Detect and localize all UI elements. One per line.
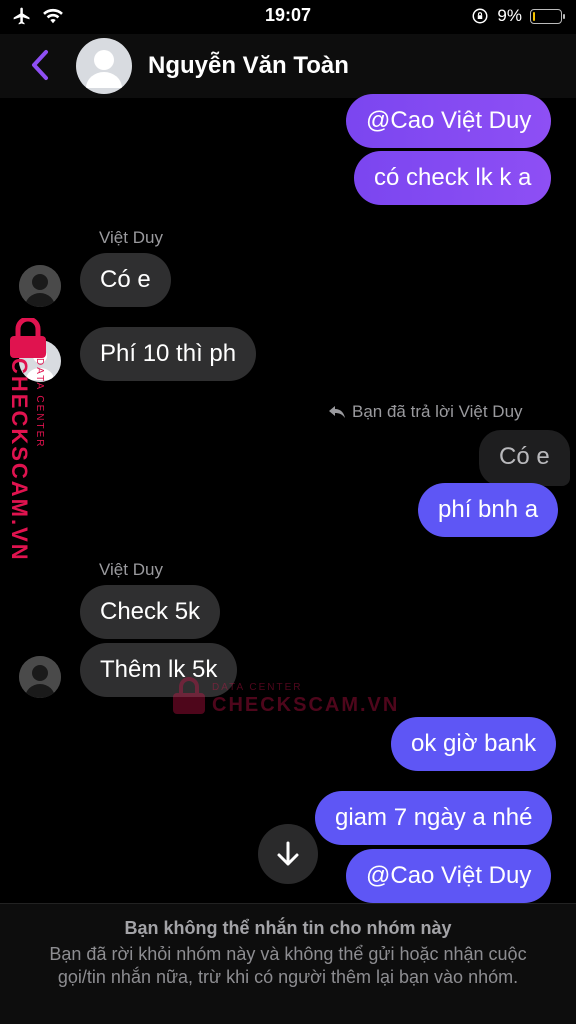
watermark-text: CHECKSCAM.VN: [7, 358, 32, 562]
message-outgoing[interactable]: @Cao Việt Duy: [346, 849, 552, 903]
person-photo-icon: [19, 265, 61, 307]
arrow-down-icon: [277, 841, 299, 866]
group-left-notice: Bạn không thể nhắn tin cho nhóm này Bạn …: [0, 903, 576, 1024]
watermark-subtext: DATA CENTER: [34, 358, 45, 449]
person-photo-icon: [19, 656, 61, 698]
watermark-vertical: CHECKSCAM.VN DATA CENTER: [4, 318, 54, 562]
notice-description: Bạn đã rời khỏi nhóm này và không thể gử…: [49, 944, 527, 987]
message-outgoing[interactable]: có check lk k a: [354, 151, 552, 205]
scroll-to-bottom-button[interactable]: [258, 824, 318, 884]
message-outgoing[interactable]: giam 7 ngày a nhé: [315, 791, 553, 845]
contact-avatar[interactable]: [76, 38, 132, 94]
status-right: 9%: [471, 6, 565, 26]
message-incoming[interactable]: Phí 10 thì ph: [80, 327, 257, 381]
sender-avatar[interactable]: [19, 656, 61, 698]
sender-name: Việt Duy: [99, 228, 163, 247]
sender-name: Việt Duy: [99, 560, 163, 579]
notice-title: Bạn không thể nhắn tin cho nhóm này: [124, 918, 452, 938]
reply-icon: [329, 406, 345, 418]
status-bar: 19:07 9%: [0, 0, 576, 34]
reply-note-text: Bạn đã trả lời Việt Duy: [352, 402, 523, 421]
message-outgoing[interactable]: phí bnh a: [418, 483, 559, 537]
message-outgoing[interactable]: ok giờ bank: [391, 717, 557, 771]
lock-logo-icon: [173, 677, 205, 714]
battery-icon: [530, 8, 565, 24]
default-user-icon: [86, 50, 122, 88]
back-button[interactable]: [26, 48, 56, 82]
rotation-lock-icon: [472, 8, 488, 24]
sender-avatar[interactable]: [19, 265, 61, 307]
message-incoming[interactable]: Check 5k: [80, 585, 221, 639]
message-outgoing[interactable]: @Cao Việt Duy: [346, 94, 552, 148]
watermark-text: CHECKSCAM.VN: [212, 694, 400, 716]
lock-logo-icon: [10, 318, 46, 358]
contact-name[interactable]: Nguyễn Văn Toàn: [148, 52, 349, 80]
message-incoming[interactable]: Có e: [80, 253, 171, 307]
battery-percent: 9%: [497, 6, 522, 25]
reply-indicator: Bạn đã trả lời Việt Duy: [328, 402, 523, 422]
quoted-message[interactable]: Có e: [479, 430, 570, 486]
chat-header: Nguyễn Văn Toàn: [0, 34, 576, 98]
watermark-subtext: DATA CENTER: [212, 682, 303, 693]
chevron-left-icon: [32, 50, 48, 80]
